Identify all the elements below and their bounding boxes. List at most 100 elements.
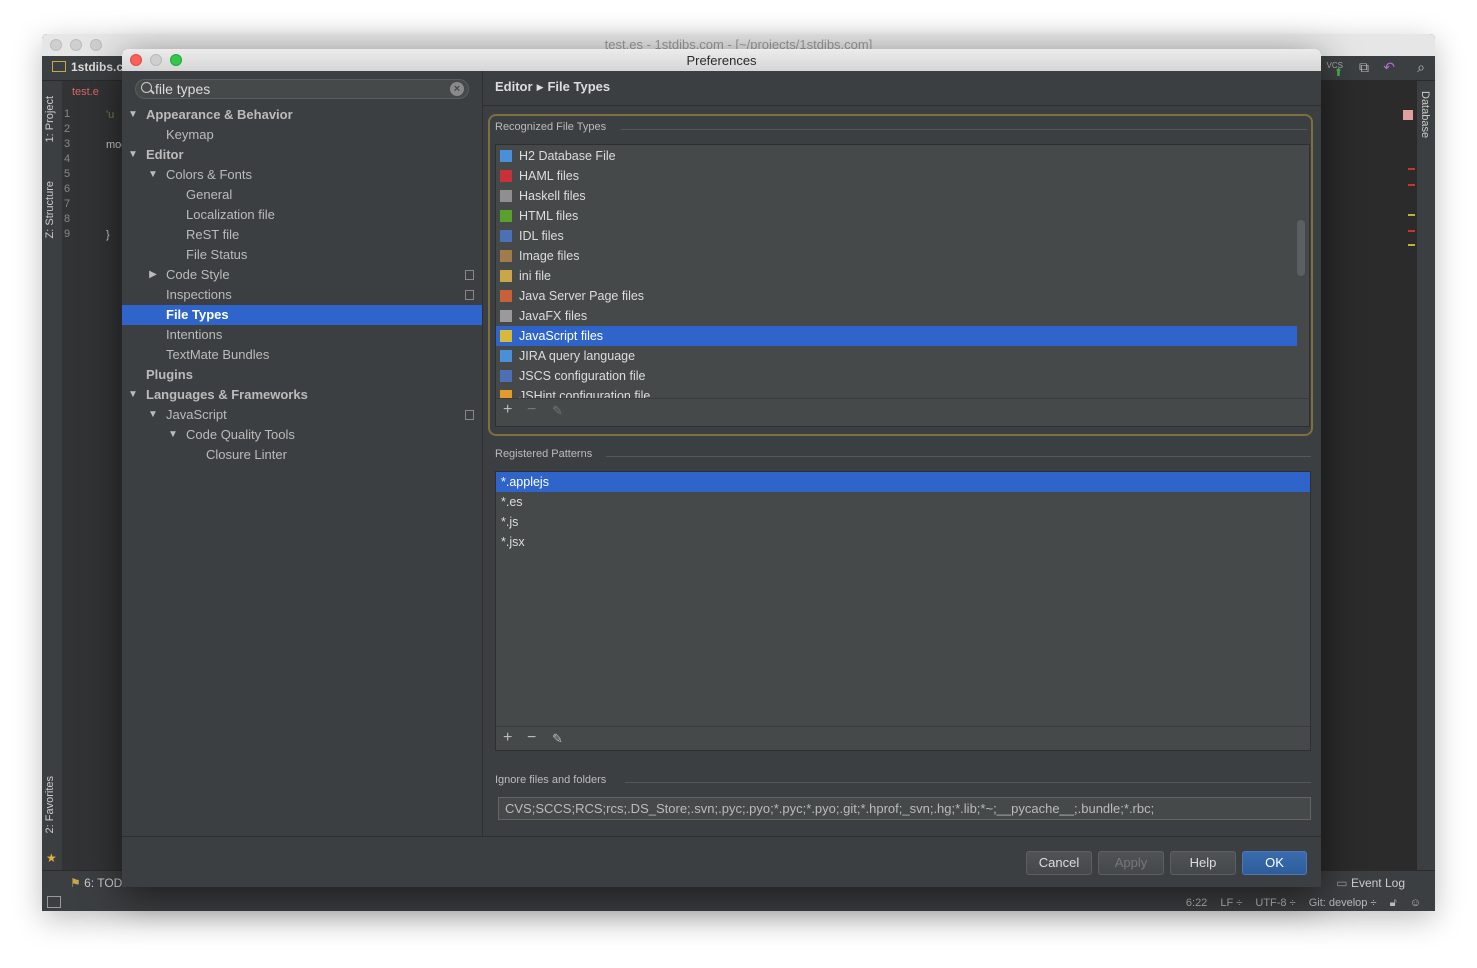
remove-file-type-button[interactable]: −	[527, 401, 536, 419]
file-type-label: JSCS configuration file	[519, 369, 646, 383]
settings-tree-item[interactable]: File Status	[122, 245, 482, 265]
file-type-row[interactable]: JavaScript files	[496, 326, 1297, 346]
file-type-row[interactable]: H2 Database File	[496, 146, 1297, 166]
pattern-row[interactable]: *.applejs	[496, 472, 1310, 492]
inspector-icon[interactable]: ☺	[1410, 897, 1421, 909]
warning-stripe-marker[interactable]	[1408, 214, 1415, 216]
header-divider	[483, 105, 1321, 106]
settings-tree-item[interactable]: Localization file	[122, 205, 482, 225]
add-file-type-button[interactable]: +	[503, 401, 512, 419]
settings-tree-item[interactable]: Keymap	[122, 125, 482, 145]
file-type-row[interactable]: HAML files	[496, 166, 1297, 186]
file-type-row[interactable]: Java Server Page files	[496, 286, 1297, 306]
edit-file-type-button[interactable]: ✎	[552, 403, 563, 419]
settings-search-box[interactable]: ×	[135, 79, 469, 99]
error-stripe-marker[interactable]	[1403, 110, 1413, 120]
file-encoding[interactable]: UTF-8 ÷	[1255, 897, 1295, 909]
collapsed-arrow-icon[interactable]: ▶	[148, 265, 158, 285]
error-stripe-marker[interactable]	[1408, 168, 1415, 170]
pattern-row[interactable]: *.js	[496, 512, 1310, 532]
tool-windows-toggle-icon[interactable]	[47, 896, 61, 908]
settings-tree-item[interactable]: General	[122, 185, 482, 205]
file-type-row[interactable]: Image files	[496, 246, 1297, 266]
file-type-row[interactable]: ini file	[496, 266, 1297, 286]
settings-tree-item[interactable]: ▼ Languages & Frameworks	[122, 385, 482, 405]
settings-tree-item[interactable]: Intentions	[122, 325, 482, 345]
idl-icon	[500, 230, 512, 242]
html-icon	[500, 210, 512, 222]
line-number: 4	[64, 153, 71, 165]
project-breadcrumb[interactable]: 1stdibs.c	[52, 60, 123, 74]
breadcrumb: Editor ▶ File Types	[495, 79, 610, 94]
settings-tree-item[interactable]: File Types	[122, 305, 482, 325]
event-log-tab[interactable]: ▭ Event Log	[1336, 876, 1405, 890]
right-tool-strip: Database	[1417, 81, 1435, 871]
expanded-arrow-icon[interactable]: ▼	[168, 425, 178, 445]
database-tool-tab[interactable]: Database	[1419, 91, 1431, 138]
code-fragment: 'u	[106, 109, 115, 121]
vcs-branch[interactable]: Git: develop ÷	[1309, 897, 1377, 909]
settings-tree-item[interactable]: TextMate Bundles	[122, 345, 482, 365]
file-type-row[interactable]: HTML files	[496, 206, 1297, 226]
error-stripe-marker[interactable]	[1408, 184, 1415, 186]
settings-tree-item[interactable]: Inspections	[122, 285, 482, 305]
file-type-row[interactable]: IDL files	[496, 226, 1297, 246]
expanded-arrow-icon[interactable]: ▼	[148, 405, 158, 425]
line-number: 3	[64, 138, 71, 150]
ignore-files-input[interactable]: CVS;SCCS;RCS;rcs;.DS_Store;.svn;.pyc;.py…	[498, 797, 1311, 820]
todo-tool-tab[interactable]: ⚑ 6: TOD	[70, 876, 122, 890]
file-type-row[interactable]: JavaFX files	[496, 306, 1297, 326]
settings-tree-item[interactable]: ▼ Code Quality Tools	[122, 425, 482, 445]
structure-tool-tab[interactable]: Z: Structure	[44, 181, 56, 238]
file-type-row[interactable]: Haskell files	[496, 186, 1297, 206]
settings-tree-item[interactable]: ▼ Appearance & Behavior	[122, 105, 482, 125]
add-pattern-button[interactable]: +	[503, 729, 512, 747]
group-divider	[621, 129, 1307, 130]
file-type-row[interactable]: JSCS configuration file	[496, 366, 1297, 386]
clear-search-icon[interactable]: ×	[450, 82, 464, 96]
vcs-commit-icon[interactable]: ⧉	[1359, 59, 1369, 76]
remove-pattern-button[interactable]: −	[527, 729, 536, 747]
warning-stripe-marker[interactable]	[1408, 244, 1415, 246]
settings-tree-item[interactable]: ReST file	[122, 225, 482, 245]
editor-tab[interactable]: test.e	[72, 86, 99, 98]
settings-tree-label: JavaScript	[166, 407, 227, 422]
haskell-icon	[500, 190, 512, 202]
settings-tree-item[interactable]: ▼ Editor	[122, 145, 482, 165]
lock-icon[interactable]: 🔓︎	[1390, 897, 1397, 909]
project-tool-tab[interactable]: 1: Project	[44, 96, 56, 142]
expanded-arrow-icon[interactable]: ▼	[128, 145, 138, 165]
ok-button[interactable]: OK	[1242, 851, 1307, 875]
settings-tree-item[interactable]: ▼ JavaScript	[122, 405, 482, 425]
vcs-revert-icon[interactable]: ↶	[1383, 59, 1395, 76]
registered-patterns-list[interactable]: *.applejs *.es *.js *.jsx + − ✎	[495, 471, 1311, 751]
expanded-arrow-icon[interactable]: ▼	[148, 165, 158, 185]
recognized-file-types-list[interactable]: H2 Database File HAML files Haskell files H…	[495, 144, 1310, 427]
settings-tree-item[interactable]: ▶ Code Style	[122, 265, 482, 285]
file-type-label: JIRA query language	[519, 349, 636, 363]
vcs-branch-label: Git: develop	[1308, 897, 1368, 909]
settings-tree-item[interactable]: Plugins	[122, 365, 482, 385]
expanded-arrow-icon[interactable]: ▼	[128, 385, 138, 405]
file-type-row[interactable]: JIRA query language	[496, 346, 1297, 366]
search-everywhere-icon[interactable]: ⌕	[1417, 59, 1425, 76]
favorites-tool-tab[interactable]: 2: Favorites	[44, 776, 56, 833]
error-stripe-marker[interactable]	[1408, 230, 1415, 232]
pattern-row[interactable]: *.jsx	[496, 532, 1310, 552]
help-button[interactable]: Help	[1170, 851, 1236, 875]
javascript-icon	[500, 330, 512, 342]
apply-button[interactable]: Apply	[1098, 851, 1164, 875]
line-separator[interactable]: LF ÷	[1220, 897, 1242, 909]
cancel-button[interactable]: Cancel	[1026, 851, 1092, 875]
vcs-update-icon[interactable]: ⬆	[1334, 66, 1343, 79]
edit-pattern-button[interactable]: ✎	[552, 731, 563, 747]
expanded-arrow-icon[interactable]: ▼	[128, 105, 138, 125]
file-type-label: HTML files	[519, 209, 579, 223]
settings-tree-item[interactable]: ▼ Colors & Fonts	[122, 165, 482, 185]
file-types-panel: Editor ▶ File Types Recognized File Types …	[483, 71, 1321, 837]
list-scrollbar[interactable]	[1297, 220, 1305, 276]
pattern-row[interactable]: *.es	[496, 492, 1310, 512]
caret-position[interactable]: 6:22	[1186, 897, 1207, 909]
settings-search-input[interactable]	[155, 81, 445, 97]
settings-tree-item[interactable]: Closure Linter	[122, 445, 482, 465]
